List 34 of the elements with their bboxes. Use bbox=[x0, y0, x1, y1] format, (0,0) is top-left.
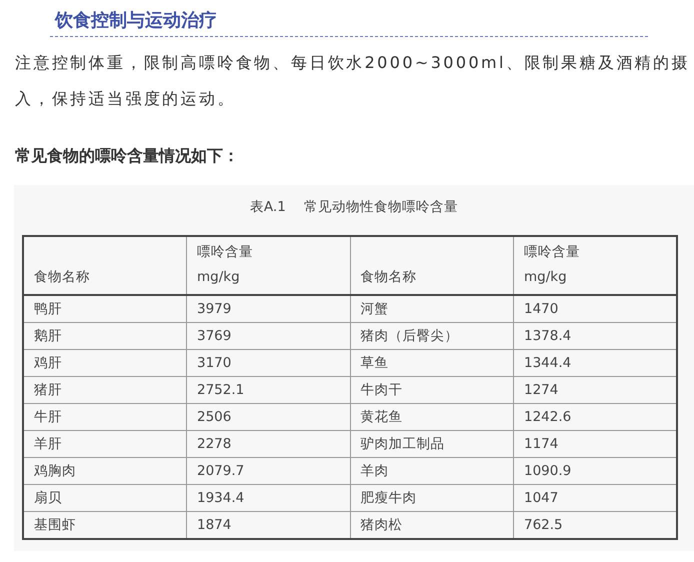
table-cell: 2079.7 bbox=[186, 458, 350, 484]
column-unit: mg/kg bbox=[524, 268, 568, 287]
column-header: 嘌呤含量 bbox=[197, 243, 254, 262]
table-cell: 2506 bbox=[186, 404, 350, 430]
table-cell: 鹅肝 bbox=[23, 322, 186, 350]
table-cell: 肥瘦牛肉 bbox=[350, 484, 514, 512]
table-cell: 驴肉加工制品 bbox=[350, 430, 514, 458]
table-cell: 2752.1 bbox=[186, 376, 350, 404]
table-cell: 扇贝 bbox=[23, 484, 186, 512]
table-cell: 鸡肝 bbox=[23, 350, 186, 376]
section-title: 饮食控制与运动治疗 bbox=[55, 9, 217, 33]
column-header: 食物名称 bbox=[34, 268, 91, 287]
table-cell: 1934.4 bbox=[186, 484, 350, 512]
table-cell: 3769 bbox=[186, 322, 350, 350]
table-caption: 表A.1 常见动物性食物嘌呤含量 bbox=[250, 199, 458, 215]
body-paragraph: 注意控制体重，限制高嘌呤食物、每日饮水2000~3000ml、限制果糖及酒精的摄入，保持适当强度的运动。 bbox=[15, 52, 691, 110]
column-unit: mg/kg bbox=[197, 268, 241, 287]
table-cell: 羊肝 bbox=[23, 430, 186, 458]
table-cell: 鸭肝 bbox=[23, 295, 186, 322]
table-cell: 鸡胸肉 bbox=[23, 458, 186, 484]
table-cell: 猪肝 bbox=[23, 376, 186, 404]
column-header: 嘌呤含量 bbox=[524, 243, 581, 262]
table-cell: 黄花鱼 bbox=[350, 404, 514, 430]
subheading: 常见食物的嘌呤含量情况如下： bbox=[15, 145, 240, 167]
table-cell: 2278 bbox=[186, 430, 350, 458]
table-cell: 羊肉 bbox=[350, 458, 514, 484]
table-cell: 3979 bbox=[186, 295, 350, 322]
table-cell: 牛肝 bbox=[23, 404, 186, 430]
table-cell: 河蟹 bbox=[350, 295, 514, 322]
column-header: 食物名称 bbox=[360, 268, 418, 287]
table-cell: 草鱼 bbox=[350, 350, 514, 376]
table-cell: 猪肉（后臀尖） bbox=[350, 322, 514, 350]
table-cell: 3170 bbox=[186, 350, 350, 376]
table-cell: 牛肉干 bbox=[350, 376, 514, 404]
